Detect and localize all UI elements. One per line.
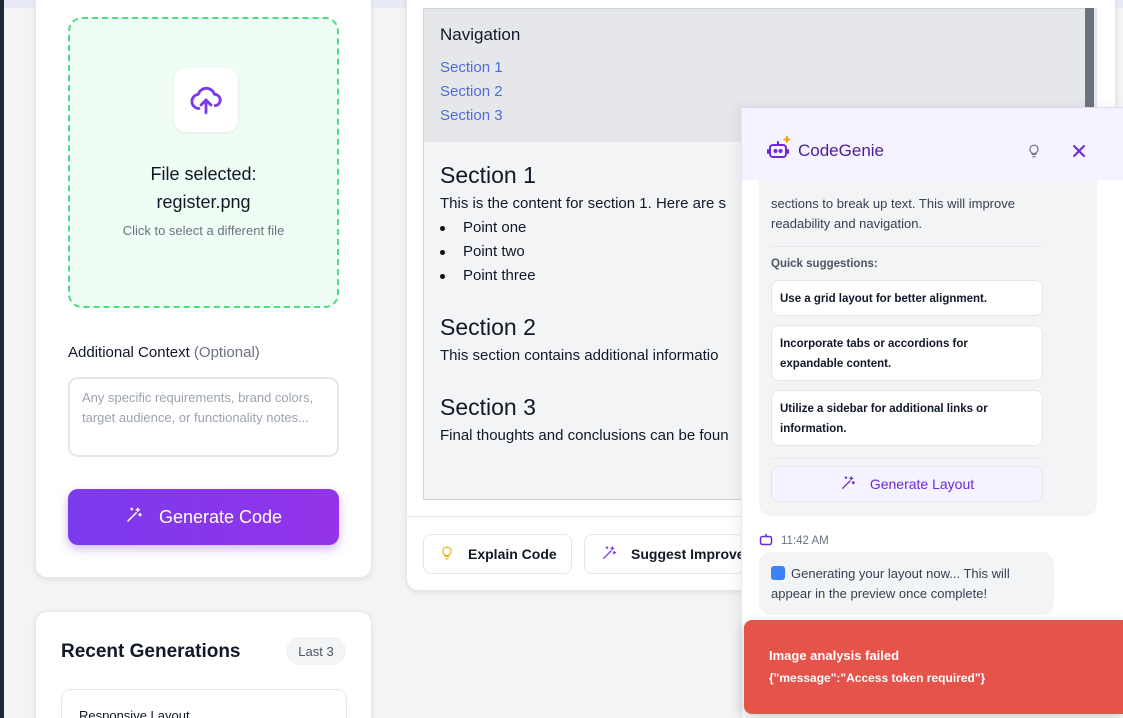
codegenie-title: CodeGenie	[798, 141, 885, 160]
sync-icon	[771, 566, 785, 580]
close-icon[interactable]	[1072, 144, 1086, 163]
lightbulb-icon[interactable]	[1027, 142, 1041, 165]
nav-link-section-3[interactable]: Section 3	[440, 107, 503, 124]
robot-icon	[767, 136, 793, 167]
quick-suggestions-label: Quick suggestions:	[771, 258, 878, 270]
robot-icon	[759, 532, 773, 549]
context-label: Additional Context (Optional)	[68, 344, 260, 361]
suggestion-chip[interactable]: Incorporate tabs or accordions for expan…	[771, 325, 1043, 381]
message-timestamp: 11:42 AM	[759, 532, 829, 549]
section-text: This section contains additional informa…	[440, 347, 719, 364]
magic-wand-icon	[601, 545, 617, 564]
recent-count-badge: Last 3	[286, 637, 346, 665]
error-toast[interactable]: Image analysis failed {"message":"Access…	[744, 620, 1123, 714]
divider	[771, 458, 1043, 459]
recent-generations-title: Recent Generations	[61, 641, 241, 662]
magic-wand-icon	[125, 506, 143, 529]
section-text: Final thoughts and conclusions can be fo…	[440, 427, 729, 444]
nav-link-section-1[interactable]: Section 1	[440, 59, 503, 76]
context-textarea[interactable]: Any specific requirements, brand colors,…	[68, 377, 339, 457]
toast-message: {"message":"Access token required"}	[769, 671, 986, 685]
assistant-message-text: sections to break up text. This will imp…	[771, 196, 1015, 231]
toast-title: Image analysis failed	[769, 648, 900, 663]
suggestion-chip[interactable]: Utilize a sidebar for additional links o…	[771, 390, 1043, 446]
section-title: Section 1	[440, 162, 536, 188]
file-selected-title: File selected: register.png	[150, 164, 257, 212]
generate-layout-button[interactable]: Generate Layout	[771, 466, 1043, 502]
section-text: This is the content for section 1. Here …	[440, 195, 726, 212]
list-item: Point two	[440, 243, 525, 260]
lightbulb-icon	[440, 545, 454, 564]
file-select-hint: Click to select a different file	[122, 223, 285, 238]
window-edge	[0, 0, 4, 718]
section-title: Section 3	[440, 394, 536, 420]
recent-item[interactable]: Responsive Layout	[61, 689, 347, 718]
section-title: Section 2	[440, 314, 536, 340]
preview-scrollbar-thumb[interactable]	[1085, 8, 1094, 108]
list-item: Point three	[440, 267, 536, 284]
suggestion-chip[interactable]: Use a grid layout for better alignment.	[771, 280, 1043, 316]
explain-code-button[interactable]: Explain Code	[423, 534, 572, 574]
upload-icon	[174, 68, 238, 132]
magic-wand-icon	[840, 475, 856, 494]
list-item: Point one	[440, 219, 526, 236]
nav-link-section-2[interactable]: Section 2	[440, 83, 503, 100]
assistant-message: sections to break up text. This will imp…	[759, 180, 1097, 516]
generate-code-button[interactable]: Generate Code	[68, 489, 339, 545]
assistant-status-message: Generating your layout now... This will …	[759, 552, 1054, 615]
codegenie-header: CodeGenie	[742, 108, 1123, 180]
divider	[771, 246, 1043, 247]
file-dropzone[interactable]: File selected: register.png Click to sel…	[68, 17, 339, 308]
suggest-improvements-button[interactable]: Suggest Improve	[584, 534, 744, 574]
nav-title: Navigation	[440, 25, 521, 44]
